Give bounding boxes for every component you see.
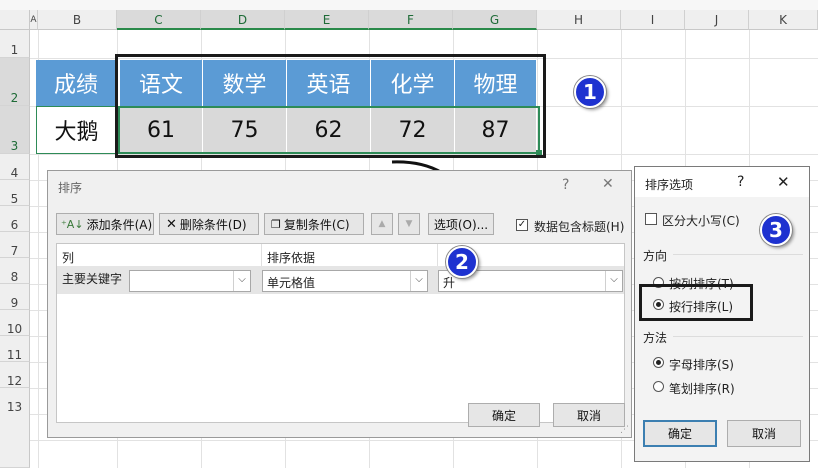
close-icon[interactable]: ✕ [777,173,790,191]
levels-header-row [57,244,624,267]
close-icon[interactable]: ✕ [602,176,614,192]
chevron-down-icon: ⌵ [233,271,250,291]
column-header-g[interactable]: G [453,10,537,30]
sort-levels-list: 列 排序依据 主要关键字 ⌵ 单元格值 ⌵ 升 ⌵ [56,243,625,423]
column-header-b[interactable]: B [38,10,117,30]
row-header-13[interactable]: 13 [0,388,30,468]
highlight-box-left-to-right [639,284,753,321]
order-select-value: 升 [443,276,456,290]
primary-key-label: 主要关键字 [62,272,123,286]
column-header-h[interactable]: H [537,10,621,30]
header-divider [261,244,262,266]
row-header-10[interactable]: 10 [0,310,30,336]
row-header-12[interactable]: 12 [0,362,30,388]
copy-icon: ❐ [271,217,281,231]
row-header-2[interactable]: 2 [0,58,30,106]
method-label: 方法 [643,331,668,345]
column-header-a[interactable]: A [30,10,38,30]
add-level-icon: ⁺A↓ [61,217,84,231]
column-header-j[interactable]: J [685,10,749,30]
row-header-9[interactable]: 9 [0,284,30,310]
has-headers-label: 数据包含标题(H) [534,220,625,234]
sort-on-select-value: 单元格值 [267,276,316,290]
column-header-e[interactable]: E [285,10,369,30]
options-dialog-title: 排序选项 [645,178,694,192]
row-header-6[interactable]: 6 [0,206,30,232]
table-row-label-cell[interactable]: 大鹅 [36,106,117,154]
copy-level-label: 复制条件(C) [283,217,350,232]
column-header-c[interactable]: C [117,10,201,30]
step-badge-3: 3 [760,214,792,246]
chevron-down-icon: ⌵ [605,271,622,291]
chevron-down-icon: ⌵ [410,271,427,291]
step-badge-1: 1 [574,76,606,108]
options-ok-button[interactable]: 确定 [643,420,717,447]
sort-on-header-label: 排序依据 [267,251,316,265]
stroke-sort-label: 笔划排序(R) [669,382,735,396]
step-badge-2: 2 [446,246,478,278]
divider [673,254,803,255]
row-header-11[interactable]: 11 [0,336,30,362]
delete-level-label: 删除条件(D) [179,217,247,232]
column-header-label: 列 [62,251,75,265]
divider [673,336,803,337]
column-select[interactable]: ⌵ [129,270,251,292]
row-header-7[interactable]: 7 [0,232,30,258]
table-header-cell[interactable]: 成绩 [36,60,117,106]
sort-options-dialog: 排序选项 ? ✕ 区分大小写(C) 方向 按列排序(T) 按行排序(L) 方法 … [634,166,810,462]
copy-level-button[interactable]: ❐ 复制条件(C) [264,213,364,235]
sort-cancel-button[interactable]: 取消 [553,403,625,427]
column-header-i[interactable]: I [621,10,685,30]
row-header-1[interactable]: 1 [0,30,30,58]
sort-dialog-title: 排序 [58,181,83,195]
header-divider [437,244,438,266]
move-up-button[interactable]: ▲ [371,213,393,235]
sort-dialog: 排序 ? ✕ ⁺A↓ 添加条件(A) ✕ 删除条件(D) ❐ 复制条件(C) ▲… [47,170,632,438]
help-icon[interactable]: ? [562,177,569,193]
options-cancel-button[interactable]: 取消 [727,420,801,447]
column-header-d[interactable]: D [201,10,285,30]
delete-level-button[interactable]: ✕ 删除条件(D) [159,213,259,235]
row-header-8[interactable]: 8 [0,258,30,284]
orientation-label: 方向 [643,249,668,263]
letter-sort-label: 字母排序(S) [669,358,734,372]
letter-sort-radio[interactable] [653,357,664,368]
delete-icon: ✕ [166,216,177,232]
move-down-button[interactable]: ▼ [398,213,420,235]
help-icon[interactable]: ? [737,174,744,190]
row-header-3[interactable]: 3 [0,106,30,154]
sort-on-select[interactable]: 单元格值 ⌵ [262,270,428,292]
row-header-5[interactable]: 5 [0,180,30,206]
case-sensitive-label: 区分大小写(C) [662,214,740,228]
select-all-corner[interactable] [0,10,30,30]
has-headers-checkbox[interactable]: ✓ [516,219,528,231]
highlight-box-table [115,54,546,158]
column-header-f[interactable]: F [369,10,453,30]
stroke-sort-radio[interactable] [653,381,664,392]
add-level-button[interactable]: ⁺A↓ 添加条件(A) [56,213,154,235]
case-sensitive-checkbox[interactable] [645,213,657,225]
options-button[interactable]: 选项(O)... [428,213,494,235]
column-header-k[interactable]: K [749,10,818,30]
row-header-4[interactable]: 4 [0,154,30,180]
sort-ok-button[interactable]: 确定 [468,403,540,427]
add-level-label: 添加条件(A) [86,217,153,232]
resize-grip-icon[interactable]: ⋰ [620,425,629,435]
